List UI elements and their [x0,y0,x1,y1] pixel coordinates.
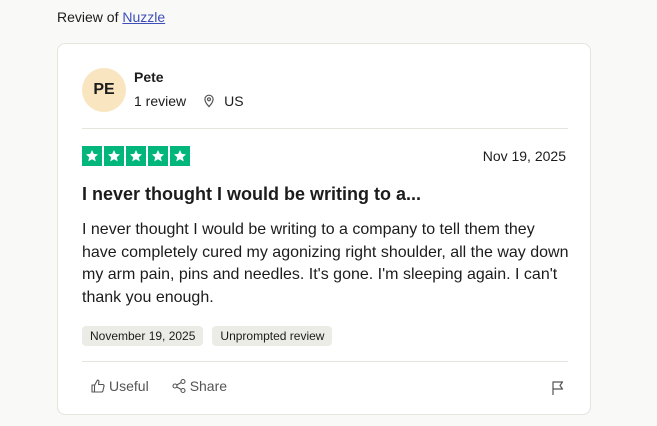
footer-divider [82,361,568,362]
star-icon [104,146,124,166]
tag-date: November 19, 2025 [82,326,204,346]
thumbs-up-icon [91,379,105,393]
review-of-prefix: Review of [57,9,119,25]
review-tags: November 19, 2025 Unprompted review [82,326,333,346]
star-icon [126,146,146,166]
review-title[interactable]: I never thought I would be writing to a.… [82,182,421,206]
reviewer-name[interactable]: Pete [134,69,164,85]
share-label: Share [189,378,228,394]
review-body: I never thought I would be writing to a … [82,221,569,306]
tag-unprompted: Unprompted review [212,326,333,346]
report-flag-button[interactable] [550,380,566,401]
location-pin-icon [204,94,214,108]
avatar[interactable]: PE [82,68,126,112]
star-icon [82,146,102,166]
header-divider [82,128,568,129]
reviewer-location: US [202,92,244,110]
star-rating [82,146,190,166]
star-icon [170,146,190,166]
useful-button[interactable]: Useful [90,378,149,394]
star-icon [148,146,168,166]
review-actions: Useful Share [90,378,249,394]
reviewer-meta: 1 review US [134,92,244,110]
flag-icon [552,381,564,395]
review-count: 1 review [134,93,187,109]
company-link[interactable]: Nuzzle [122,9,165,25]
share-icon [172,378,186,394]
location-text: US [224,93,244,109]
review-of-line: Review of Nuzzle [57,8,165,26]
review-date: Nov 19, 2025 [482,148,566,164]
useful-label: Useful [109,378,149,394]
review-card: PE Pete 1 review US Nov 19, 2025 I never… [57,43,591,415]
share-button[interactable]: Share [171,378,227,394]
